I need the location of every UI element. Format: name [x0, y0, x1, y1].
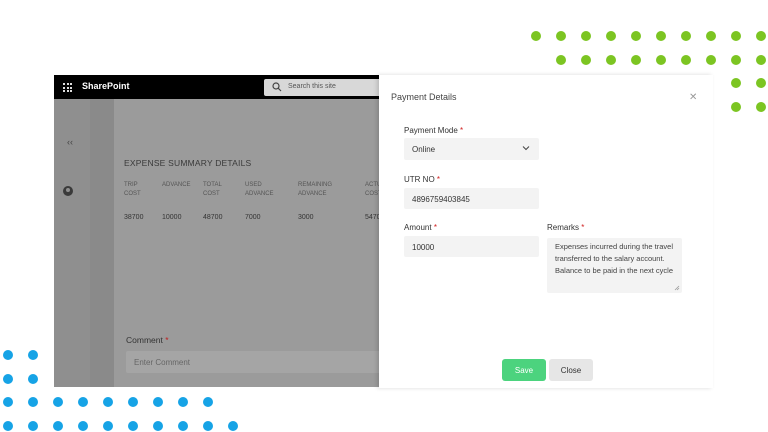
- decorative-dot: [3, 397, 13, 407]
- comment-placeholder: Enter Comment: [134, 358, 191, 367]
- decorative-dot: [756, 78, 766, 88]
- decorative-dot: [681, 55, 691, 65]
- decorative-dot: [581, 55, 591, 65]
- decorative-dot: [153, 397, 163, 407]
- decorative-dot: [706, 31, 716, 41]
- decorative-dot: [606, 55, 616, 65]
- remarks-value: Expenses incurred during the travel tran…: [555, 242, 673, 275]
- left-navigation-rail: ‹‹ ‹‹: [54, 99, 90, 387]
- search-placeholder: Search this site: [288, 83, 336, 90]
- payment-mode-value: Online: [412, 145, 436, 154]
- column-header-used-advance: USED ADVANCE: [245, 182, 274, 197]
- remaining-advance-value: 3000: [298, 214, 314, 221]
- utr-label: UTR NO *: [404, 175, 441, 184]
- resize-handle-icon[interactable]: [674, 285, 680, 291]
- decorative-dot: [556, 31, 566, 41]
- close-icon[interactable]: ✕: [689, 92, 697, 103]
- decorative-dot: [203, 397, 213, 407]
- decorative-dot: [178, 421, 188, 431]
- amount-input[interactable]: 10000: [404, 236, 539, 257]
- save-button[interactable]: Save: [502, 359, 546, 381]
- decorative-dot: [606, 31, 616, 41]
- chevron-down-icon: [522, 146, 530, 151]
- utr-input[interactable]: 4896759403845: [404, 188, 539, 209]
- decorative-dot: [153, 421, 163, 431]
- app-title[interactable]: SharePoint: [82, 81, 130, 91]
- decorative-dot: [731, 55, 741, 65]
- amount-value: 10000: [412, 243, 435, 252]
- decorative-dot: [53, 397, 63, 407]
- secondary-rail: [90, 99, 114, 387]
- column-header-trip-cost: TRIP COST: [124, 182, 141, 197]
- decorative-dot: [631, 31, 641, 41]
- decorative-dot: [3, 350, 13, 360]
- decorative-dot: [103, 421, 113, 431]
- site-search-input[interactable]: Search this site: [264, 79, 384, 96]
- decorative-dot: [756, 102, 766, 112]
- utr-value: 4896759403845: [412, 195, 470, 204]
- decorative-dot: [28, 397, 38, 407]
- column-header-remaining-advance: REMAINING ADVANCE: [298, 182, 333, 197]
- used-advance-value: 7000: [245, 214, 261, 221]
- close-button[interactable]: Close: [549, 359, 593, 381]
- sharepoint-window: SharePoint Search this site ‹‹ ‹‹ EXPENS…: [54, 75, 384, 387]
- decorative-dot: [28, 374, 38, 384]
- trip-cost-value: 38700: [124, 214, 144, 221]
- decorative-dot: [531, 31, 541, 41]
- decorative-dot: [28, 350, 38, 360]
- column-header-advance: ADVANCE: [162, 182, 191, 188]
- user-icon[interactable]: [63, 186, 73, 196]
- decorative-dot: [3, 421, 13, 431]
- advance-value: 10000: [162, 214, 182, 221]
- decorative-dot: [756, 31, 766, 41]
- decorative-dot: [78, 397, 88, 407]
- decorative-dot: [53, 421, 63, 431]
- decorative-dot: [128, 421, 138, 431]
- decorative-dot: [581, 31, 591, 41]
- amount-label: Amount *: [404, 223, 437, 232]
- decorative-dot: [731, 102, 741, 112]
- decorative-dot: [228, 421, 238, 431]
- decorative-dot: [3, 374, 13, 384]
- total-cost-value: 48700: [203, 214, 223, 221]
- decorative-dot: [178, 397, 188, 407]
- remarks-label: Remarks *: [547, 223, 585, 232]
- decorative-dot: [78, 421, 88, 431]
- app-launcher-icon[interactable]: [63, 83, 72, 92]
- decorative-dot: [656, 31, 666, 41]
- column-header-total-cost: TOTAL COST: [203, 182, 222, 197]
- remarks-textarea[interactable]: Expenses incurred during the travel tran…: [547, 238, 682, 293]
- comment-input[interactable]: Enter Comment: [126, 351, 384, 373]
- dialog-title: Payment Details: [391, 92, 457, 102]
- decorative-dot: [103, 397, 113, 407]
- decorative-dot: [756, 55, 766, 65]
- expense-summary-title: EXPENSE SUMMARY DETAILS: [124, 158, 252, 168]
- decorative-dot: [631, 55, 641, 65]
- suite-bar: SharePoint Search this site: [54, 75, 384, 99]
- decorative-dot: [731, 78, 741, 88]
- payment-mode-label: Payment Mode *: [404, 126, 464, 135]
- payment-details-dialog: Payment Details ✕ Payment Mode * Online …: [379, 75, 713, 388]
- decorative-dot: [731, 31, 741, 41]
- collapse-nav-icon[interactable]: ‹‹: [67, 137, 73, 147]
- decorative-dot: [706, 55, 716, 65]
- search-icon: [272, 82, 282, 92]
- comment-label: Comment *: [126, 335, 169, 345]
- payment-mode-select[interactable]: Online: [404, 138, 539, 160]
- decorative-dot: [28, 421, 38, 431]
- decorative-dot: [128, 397, 138, 407]
- decorative-dot: [203, 421, 213, 431]
- decorative-dot: [656, 55, 666, 65]
- decorative-dot: [681, 31, 691, 41]
- decorative-dot: [556, 55, 566, 65]
